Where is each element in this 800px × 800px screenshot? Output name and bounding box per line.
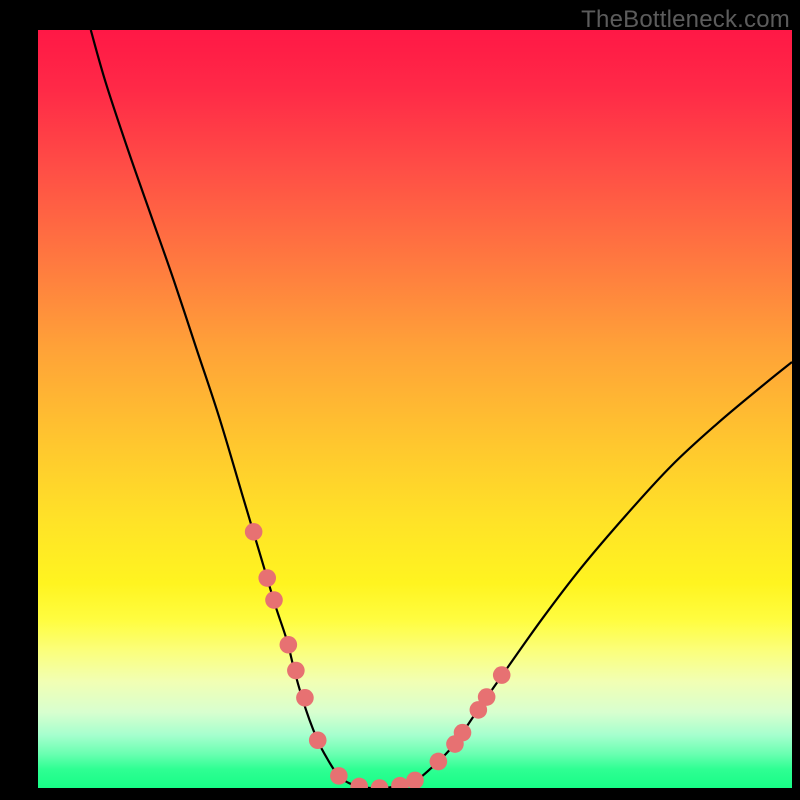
marker-dot [478, 688, 496, 706]
bottleneck-curve [91, 30, 792, 788]
marker-dot [330, 767, 348, 785]
marker-dot [287, 662, 305, 680]
marker-dot [350, 778, 368, 788]
marker-dot [309, 731, 327, 749]
chart-frame: TheBottleneck.com [0, 0, 800, 800]
marker-dot [454, 724, 472, 742]
marker-dot [406, 772, 424, 788]
marker-dot [296, 689, 314, 707]
plot-area [38, 30, 792, 788]
marker-dot [493, 666, 511, 684]
marker-dot [371, 779, 389, 788]
marker-dot [430, 753, 448, 771]
marker-dot [258, 569, 276, 587]
watermark-text: TheBottleneck.com [581, 6, 790, 34]
marker-dot [245, 523, 263, 541]
marker-dot [280, 636, 298, 654]
marker-dot [391, 777, 409, 788]
marker-dots [245, 523, 511, 788]
curve-layer [38, 30, 792, 788]
marker-dot [265, 591, 283, 609]
